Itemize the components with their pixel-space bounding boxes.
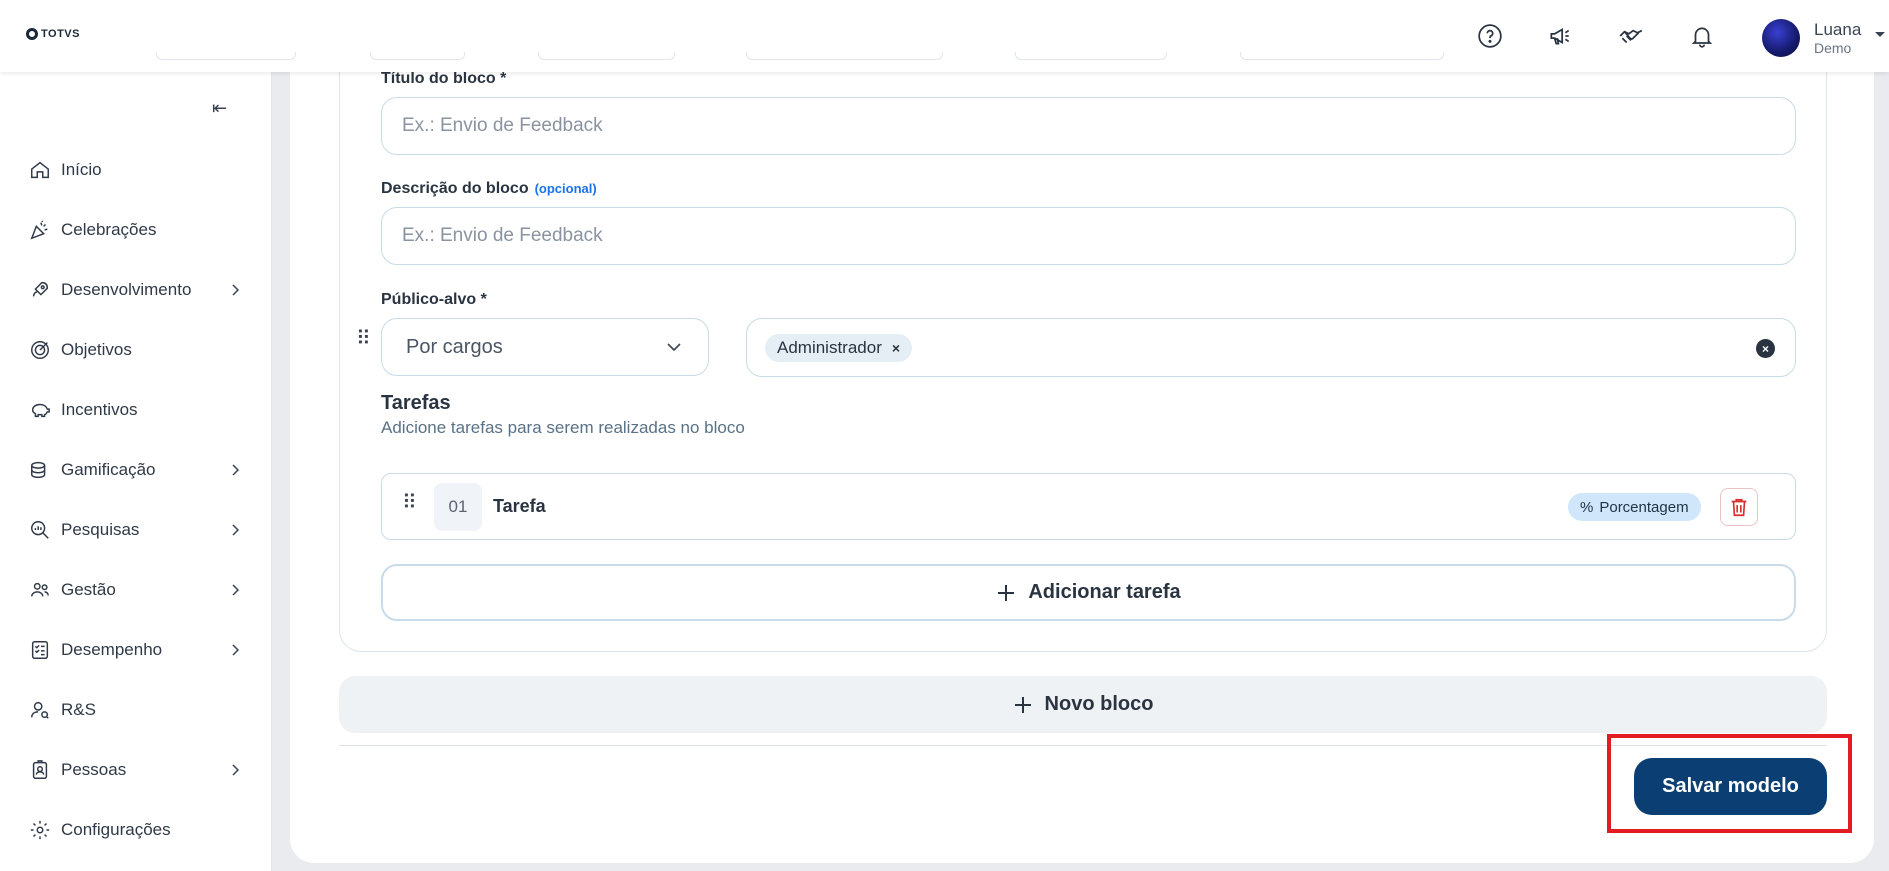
add-task-button[interactable]: Adicionar tarefa [381,564,1796,621]
task-type-badge: % Porcentagem [1568,493,1701,521]
sidebar-item-label: Configurações [61,820,171,839]
party-icon [28,218,52,242]
add-task-label: Adicionar tarefa [1028,581,1181,603]
rocket-icon [28,278,52,302]
users-icon [28,578,52,602]
ghost-tab [156,52,296,60]
sidebar-item-incentivos[interactable]: Incentivos [28,394,243,426]
sidebar-item-label: Desenvolvimento [61,280,192,299]
bell-icon[interactable] [1686,20,1718,52]
collapse-sidebar-icon[interactable]: ⇤ [212,98,227,119]
user-search-icon [28,698,52,722]
ghost-tab [746,52,943,60]
brand-name: TOTVS [41,28,80,40]
brand-logo[interactable]: TOTVS [26,28,80,40]
task-number: 01 [434,483,482,531]
block-title-label: Título do bloco * [381,70,507,87]
sidebar-item-label: Desempenho [61,640,163,659]
help-icon[interactable] [1474,20,1506,52]
chevron-right-icon [232,644,240,656]
block-description-input[interactable] [381,207,1796,265]
audience-values-select[interactable]: Administrador × × [746,318,1796,377]
handshake-icon[interactable] [1615,20,1647,52]
audience-label: Público-alvo * [381,291,487,308]
sidebar-item-label: Gestão [61,580,116,599]
ghost-tab [370,52,465,60]
chevron-right-icon [232,764,240,776]
sidebar-item-label: Pesquisas [61,520,140,539]
divider [339,745,1827,746]
audience-type-select[interactable]: Por cargos [381,318,709,376]
logo-mark-icon [26,28,38,40]
target-icon [28,338,52,362]
sidebar-item-label: Celebrações [61,220,157,239]
chevron-right-icon [232,284,240,296]
sidebar-item-desenvolvimento[interactable]: Desenvolvimento [28,274,243,306]
remove-chip-icon[interactable]: × [892,340,900,356]
sidebar-item-rs[interactable]: R&S [28,694,243,726]
audience-type-value: Por cargos [406,335,503,358]
block-description-label: Descrição do bloco (opcional) [381,180,597,198]
sidebar-item-label: Objetivos [61,340,132,359]
search-chart-icon [28,518,52,542]
clear-selection-icon[interactable]: × [1756,339,1775,358]
user-name[interactable]: Luana [1814,20,1861,40]
chevron-down-icon [667,343,681,352]
sidebar-item-gestao[interactable]: Gestão [28,574,243,606]
block-title-input[interactable] [381,97,1796,155]
user-role: Demo [1814,40,1852,56]
avatar[interactable] [1762,19,1800,57]
task-name: Tarefa [493,496,546,516]
piggy-bank-icon [28,398,52,422]
drag-handle-icon[interactable]: ⠿ [356,329,371,349]
tasks-subtitle: Adicione tarefas para serem realizadas n… [381,418,745,437]
gear-icon [28,818,52,842]
sidebar-item-label: R&S [61,700,96,719]
block-description-label-text: Descrição do bloco [381,180,529,197]
percent-icon: % [1580,498,1594,516]
audience-chip: Administrador × [765,334,913,362]
sidebar-item-label: Início [61,160,102,179]
coins-icon [28,458,52,482]
plus-icon [1014,696,1031,713]
megaphone-icon[interactable] [1544,20,1576,52]
ghost-tab [1240,52,1444,60]
trash-icon [1731,498,1747,517]
delete-task-button[interactable] [1720,488,1758,526]
sidebar-item-pesquisas[interactable]: Pesquisas [28,514,243,546]
new-block-label: Novo bloco [1044,693,1154,715]
chevron-down-icon[interactable] [1875,32,1885,37]
top-bar: TOTVS Luana Demo [0,0,1889,72]
ghost-tab [1015,52,1167,60]
sidebar-item-celebracoes[interactable]: Celebrações [28,214,243,246]
sidebar-item-gamificacao[interactable]: Gamificação [28,454,243,486]
sidebar-item-label: Gamificação [61,460,156,479]
ghost-tab [538,52,675,60]
sidebar-item-label: Pessoas [61,760,127,779]
sidebar-item-configuracoes[interactable]: Configurações [28,814,243,846]
tasks-title: Tarefas [381,392,451,414]
drag-handle-icon[interactable]: ⠿ [402,493,417,513]
task-row[interactable]: ⠿ 01 Tarefa % Porcentagem [381,473,1796,540]
sidebar-item-objetivos[interactable]: Objetivos [28,334,243,366]
chevron-right-icon [232,584,240,596]
new-block-button[interactable]: Novo bloco [339,676,1827,733]
sidebar-item-desempenho[interactable]: Desempenho [28,634,243,666]
plus-icon [998,584,1015,601]
sidebar-item-inicio[interactable]: Início [28,154,243,186]
badge-icon [28,758,52,782]
chevron-right-icon [232,464,240,476]
checklist-icon [28,638,52,662]
task-type-label: Porcentagem [1599,498,1689,516]
home-icon [28,158,52,182]
chevron-right-icon [232,524,240,536]
audience-chip-label: Administrador [777,338,882,357]
optional-tag: (opcional) [534,181,597,196]
highlight-box [1607,734,1852,833]
sidebar-item-label: Incentivos [61,400,138,419]
sidebar-item-pessoas[interactable]: Pessoas [28,754,243,786]
